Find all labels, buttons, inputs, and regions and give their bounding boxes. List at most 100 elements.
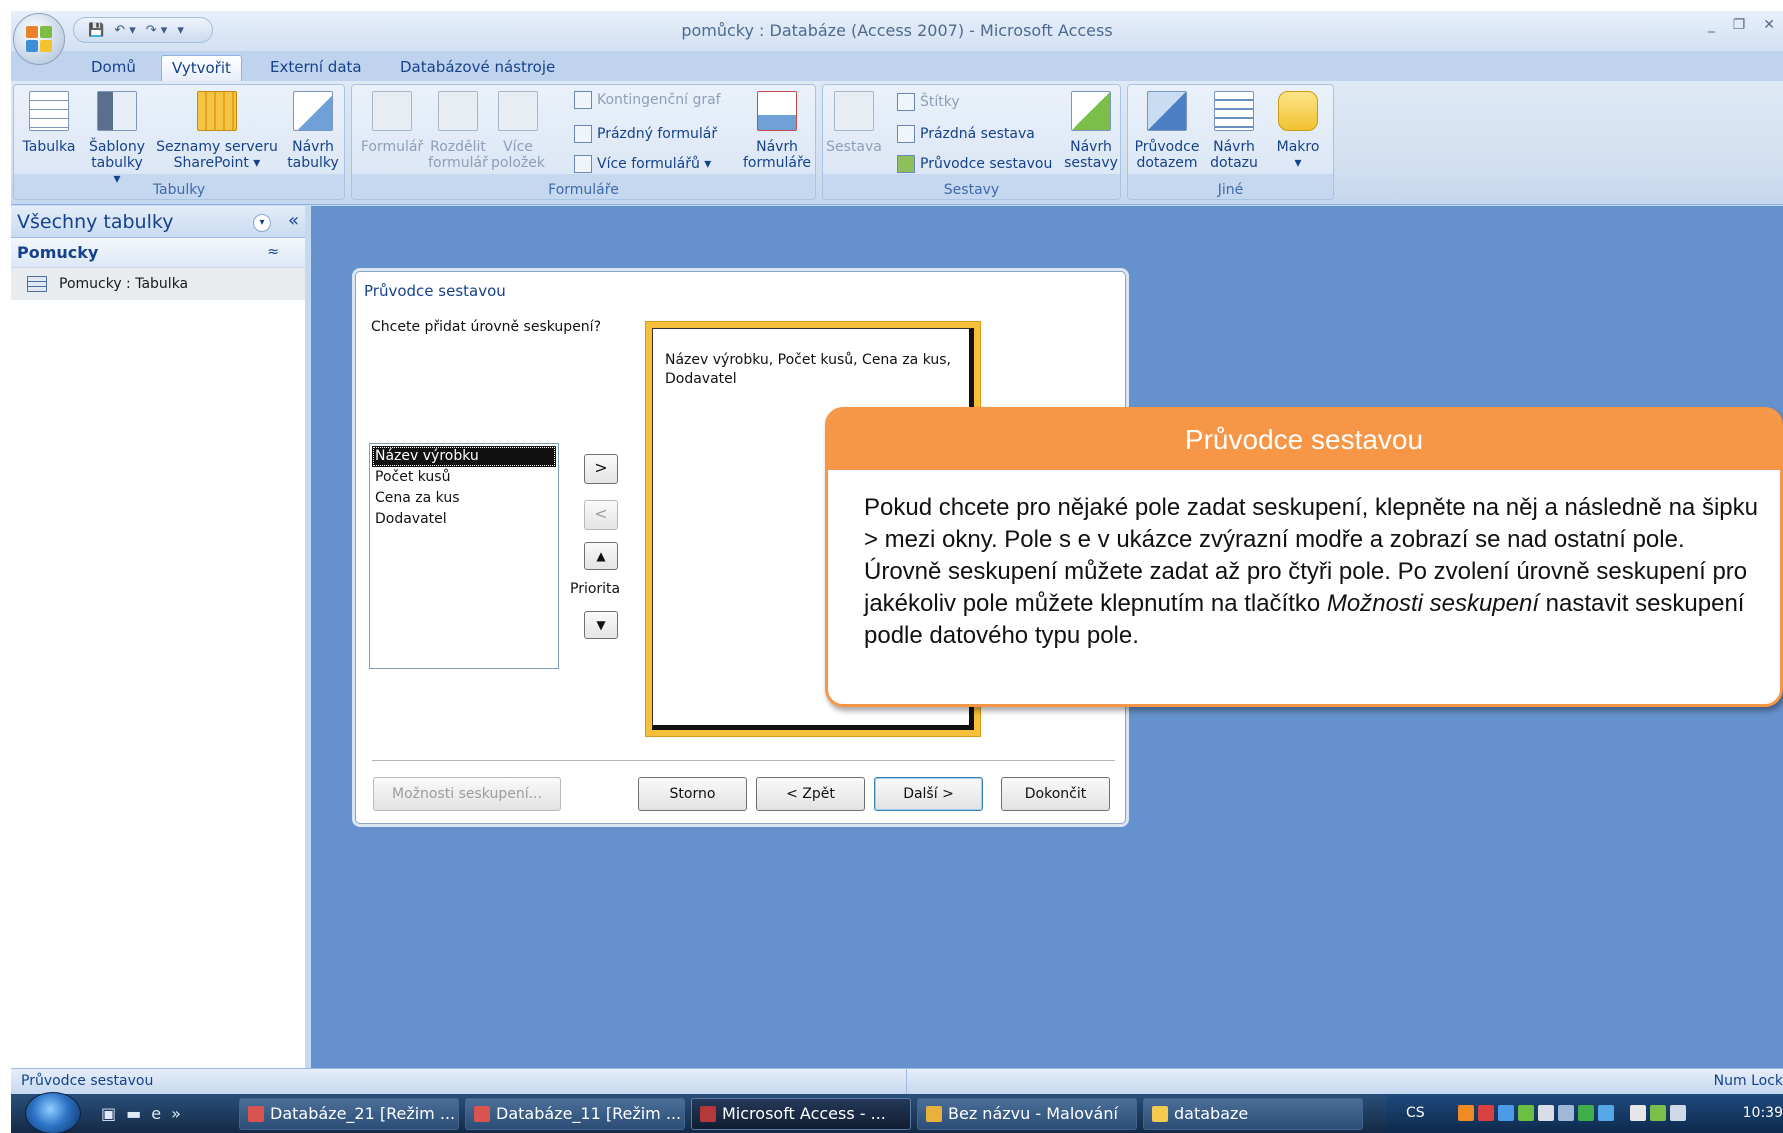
tray-app-icon[interactable] <box>1598 1105 1614 1121</box>
folder-icon <box>1152 1106 1168 1122</box>
report-wizard-icon <box>897 155 915 173</box>
report-design-button[interactable]: Návrh sestavy <box>1063 91 1119 171</box>
nav-pane-header[interactable]: Všechny tabulky ▾ « <box>11 206 305 238</box>
tray-app-icon[interactable] <box>1538 1105 1554 1121</box>
report-button[interactable]: Sestava <box>825 91 883 155</box>
switch-windows-icon[interactable]: ▬ <box>126 1104 141 1123</box>
form-button[interactable]: Formulář <box>356 91 428 155</box>
more-forms-button[interactable]: Více formulářů ▾ <box>574 155 711 173</box>
table-icon <box>27 276 47 292</box>
blank-report-button[interactable]: Prázdná sestava <box>897 125 1035 143</box>
internet-explorer-icon[interactable]: e <box>151 1104 161 1123</box>
form-design-icon <box>757 91 797 131</box>
group-label-formulare: Formuláře <box>548 182 619 198</box>
office-button[interactable] <box>13 13 65 65</box>
tray-icons <box>1458 1105 1686 1121</box>
pivot-chart-button[interactable]: Kontingenční graf <box>574 91 721 109</box>
macro-button[interactable]: Makro ▾ <box>1268 91 1328 171</box>
window-title: pomůcky : Databáze (Access 2007) - Micro… <box>681 21 1113 40</box>
powerpoint-icon <box>248 1106 264 1122</box>
tab-domu[interactable]: Domů <box>81 55 146 81</box>
sharepoint-lists-button[interactable]: Seznamy serveru SharePoint ▾ <box>156 91 278 171</box>
query-design-icon <box>1214 91 1254 131</box>
tray-app-icon[interactable] <box>1478 1105 1494 1121</box>
labels-button[interactable]: Štítky <box>897 93 960 111</box>
tray-app-icon[interactable] <box>1578 1105 1594 1121</box>
blank-form-button[interactable]: Prázdný formulář <box>574 125 717 143</box>
tray-app-icon[interactable] <box>1518 1105 1534 1121</box>
group-label-jine: Jiné <box>1217 182 1244 198</box>
taskbar-item-active[interactable]: Microsoft Access - ... <box>691 1098 911 1130</box>
back-button[interactable]: < Zpět <box>756 777 865 811</box>
access-icon <box>700 1106 716 1122</box>
nav-item-pomucky-table[interactable]: Pomucky : Tabulka <box>11 268 305 300</box>
taskbar-item[interactable]: databaze <box>1143 1098 1363 1130</box>
callout-title: Průvodce sestavou <box>828 410 1780 470</box>
field-item[interactable]: Dodavatel <box>372 509 556 530</box>
table-button[interactable]: Tabulka <box>20 91 78 155</box>
remove-grouping-button[interactable]: < <box>584 500 618 530</box>
status-bar: Průvodce sestavou Num Lock <box>11 1068 1783 1095</box>
volume-icon[interactable] <box>1670 1105 1686 1121</box>
taskbar-item[interactable]: Databáze_11 [Režim ... <box>465 1098 685 1130</box>
table-templates-button[interactable]: Šablony tabulky ▾ <box>86 91 148 187</box>
taskbar: ▣ ▬ e » Databáze_21 [Režim ... Databáze_… <box>11 1092 1783 1133</box>
query-wizard-button[interactable]: Průvodce dotazem <box>1132 91 1202 171</box>
dialog-question: Chcete přidat úrovně seskupení? <box>371 319 602 335</box>
system-tray: CS 10:39 <box>1386 1094 1783 1133</box>
split-form-icon <box>438 91 478 131</box>
safely-remove-icon[interactable] <box>1650 1105 1666 1121</box>
multiple-items-button[interactable]: Více položek <box>486 91 550 171</box>
sharepoint-list-icon <box>197 91 237 131</box>
close-button[interactable]: ✕ <box>1763 17 1775 33</box>
field-item[interactable]: Počet kusů <box>372 467 556 488</box>
pivot-chart-icon <box>574 91 592 109</box>
num-lock-indicator: Num Lock <box>1713 1073 1783 1089</box>
nav-group-pomucky[interactable]: Pomucky ≈ <box>11 238 305 268</box>
priority-up-button[interactable]: ▲ <box>584 542 618 570</box>
finish-button[interactable]: Dokončit <box>1001 777 1110 811</box>
maximize-button[interactable]: ❐ <box>1733 17 1746 33</box>
query-design-button[interactable]: Návrh dotazu <box>1204 91 1264 171</box>
tab-externi-data[interactable]: Externí data <box>260 55 372 81</box>
tab-databazove-nastroje[interactable]: Databázové nástroje <box>390 55 565 81</box>
nav-dropdown-icon[interactable]: ▾ <box>253 214 271 232</box>
minimize-button[interactable]: _ <box>1708 17 1715 33</box>
nav-collapse-icon[interactable]: « <box>288 210 299 231</box>
dialog-separator <box>372 760 1115 761</box>
group-collapse-icon[interactable]: ≈ <box>267 244 279 260</box>
language-indicator[interactable]: CS <box>1406 1105 1425 1121</box>
navigation-pane: Všechny tabulky ▾ « Pomucky ≈ Pomucky : … <box>11 206 311 1068</box>
blank-form-icon <box>574 125 592 143</box>
more-quicklaunch-icon[interactable]: » <box>171 1104 181 1123</box>
network-icon[interactable] <box>1630 1105 1646 1121</box>
tab-vytvorit[interactable]: Vytvořit <box>161 55 242 81</box>
priority-down-button[interactable]: ▼ <box>584 611 618 639</box>
tray-app-icon[interactable] <box>1498 1105 1514 1121</box>
status-divider <box>906 1069 907 1095</box>
tray-app-icon[interactable] <box>1558 1105 1574 1121</box>
report-wizard-button[interactable]: Průvodce sestavou <box>897 155 1052 173</box>
cancel-button[interactable]: Storno <box>638 777 747 811</box>
ribbon-group-formulare: Formulář Rozdělit formulář Více položek … <box>351 84 816 200</box>
clock: 10:39 <box>1742 1105 1783 1121</box>
show-desktop-icon[interactable]: ▣ <box>101 1104 116 1123</box>
tray-app-icon[interactable] <box>1458 1105 1474 1121</box>
start-button[interactable] <box>25 1092 81 1133</box>
next-button[interactable]: Další > <box>874 777 983 811</box>
split-form-button[interactable]: Rozdělit formulář <box>422 91 494 171</box>
report-design-icon <box>1071 91 1111 131</box>
taskbar-item[interactable]: Databáze_21 [Režim ... <box>239 1098 459 1130</box>
add-grouping-button[interactable]: > <box>584 454 618 484</box>
taskbar-item[interactable]: Bez názvu - Malování <box>917 1098 1137 1130</box>
access-window: 💾 ↶ ▾ ↷ ▾ ▾ pomůcky : Databáze (Access 2… <box>11 11 1783 1133</box>
ribbon-tabs: Domů Vytvořit Externí data Databázové ná… <box>11 51 1783 81</box>
form-design-button[interactable]: Návrh formuláře <box>742 91 812 171</box>
field-item[interactable]: Cena za kus <box>372 488 556 509</box>
grouping-options-button[interactable]: Možnosti seskupení... <box>373 777 561 811</box>
table-design-button[interactable]: Návrh tabulky <box>286 91 340 171</box>
fields-listbox[interactable]: Název výrobku Počet kusů Cena za kus Dod… <box>369 443 559 669</box>
table-design-icon <box>293 91 333 131</box>
status-text: Průvodce sestavou <box>21 1073 154 1089</box>
field-item[interactable]: Název výrobku <box>372 446 556 467</box>
